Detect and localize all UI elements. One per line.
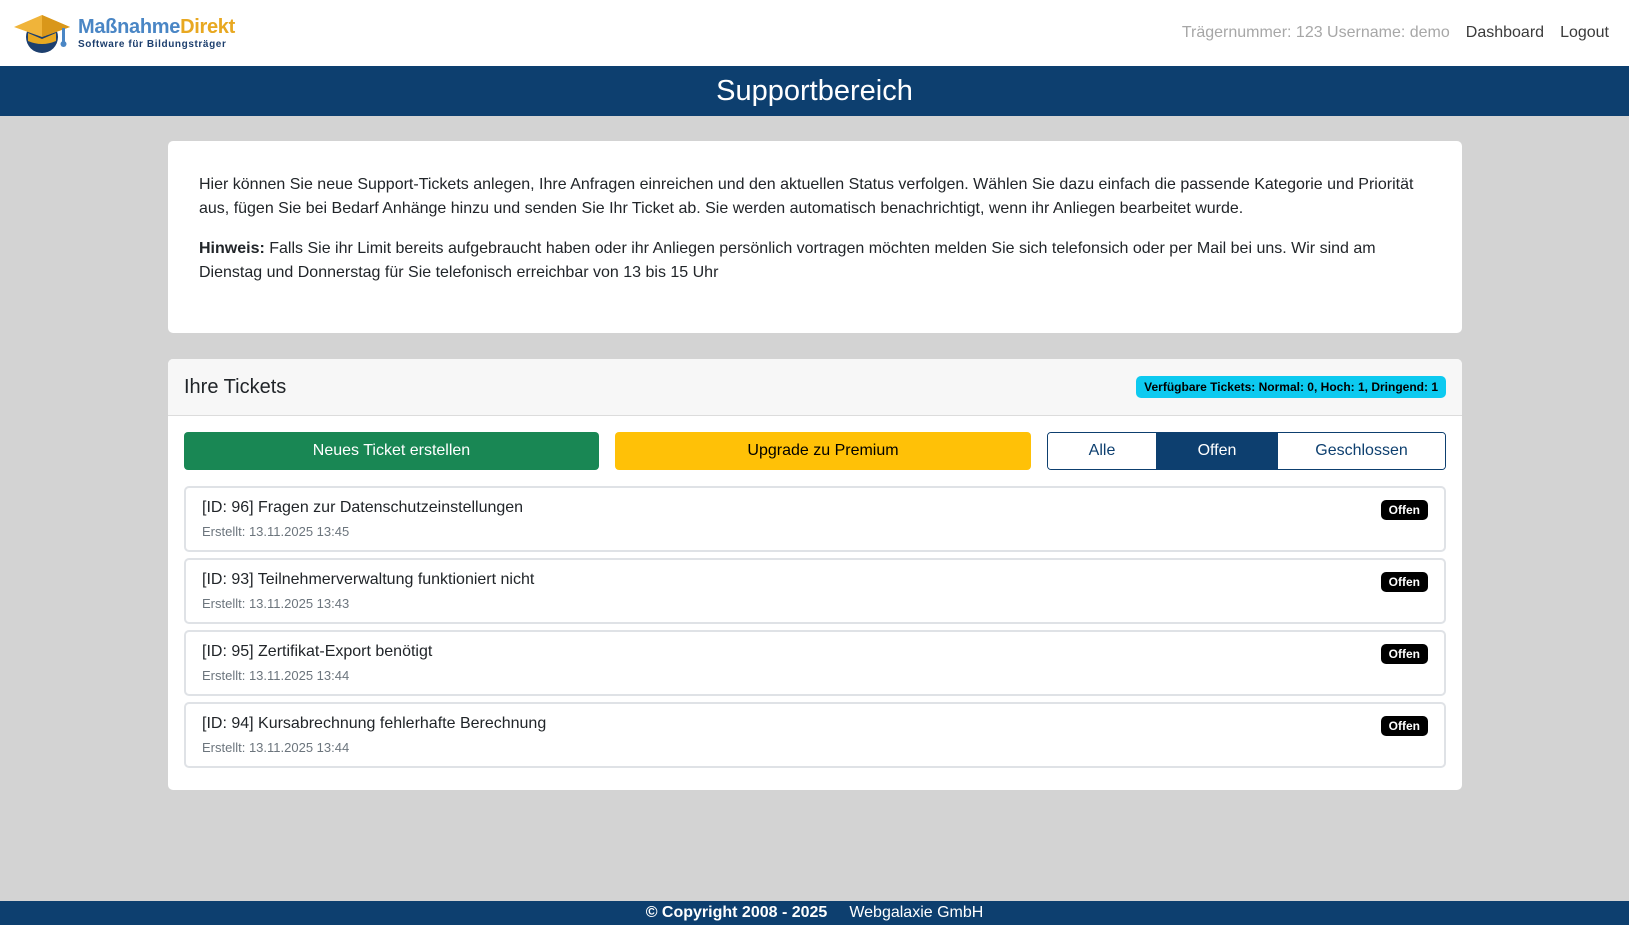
ticket-list: [ID: 96] Fragen zur Datenschutzeinstellu… (184, 486, 1446, 774)
logout-link[interactable]: Logout (1560, 24, 1609, 42)
page-title: Supportbereich (716, 74, 913, 107)
filter-open-button[interactable]: Offen (1156, 433, 1277, 469)
brand-name: MaßnahmeDirekt (78, 17, 235, 37)
ticket-title: [ID: 94] Kursabrechnung fehlerhafte Bere… (202, 715, 547, 732)
upgrade-premium-button[interactable]: Upgrade zu Premium (615, 432, 1031, 470)
intro-text: Hier können Sie neue Support-Tickets anl… (199, 176, 1414, 217)
user-nav: Trägernummer: 123 Username: demo Dashboa… (1182, 24, 1609, 42)
filter-all-button[interactable]: Alle (1048, 433, 1156, 469)
ticket-status-badge: Offen (1380, 716, 1428, 736)
ticket-item[interactable]: [ID: 96] Fragen zur Datenschutzeinstellu… (184, 486, 1446, 552)
brand-name-part1: Maßnahme (78, 15, 181, 38)
ticket-status-badge: Offen (1380, 644, 1428, 664)
ticket-status-badge: Offen (1380, 572, 1428, 592)
ticket-filter-group: Alle Offen Geschlossen (1047, 432, 1446, 470)
ticket-item[interactable]: [ID: 95] Zertifikat-Export benötigt Erst… (184, 630, 1446, 696)
ticket-created-date: Erstellt: 13.11.2025 13:44 (202, 740, 350, 755)
graduation-cap-icon (12, 11, 72, 55)
tickets-card: Ihre Tickets Verfügbare Tickets: Normal:… (168, 359, 1462, 790)
top-navbar: MaßnahmeDirekt Software für Bildungsträg… (0, 0, 1629, 66)
company-name: Webgalaxie GmbH (849, 904, 984, 921)
hint-text: Falls Sie ihr Limit bereits aufgebraucht… (199, 240, 1376, 281)
ticket-title: [ID: 95] Zertifikat-Export benötigt (202, 643, 433, 660)
ticket-title: [ID: 96] Fragen zur Datenschutzeinstellu… (202, 499, 524, 516)
brand-logo[interactable]: MaßnahmeDirekt Software für Bildungsträg… (12, 11, 235, 55)
hint-label: Hinweis: (199, 240, 265, 257)
filter-closed-button[interactable]: Geschlossen (1277, 433, 1445, 469)
copyright-text: © Copyright 2008 - 2025 (645, 904, 828, 921)
ticket-created-date: Erstellt: 13.11.2025 13:43 (202, 596, 350, 611)
new-ticket-button[interactable]: Neues Ticket erstellen (184, 432, 599, 470)
ticket-title: [ID: 93] Teilnehmerverwaltung funktionie… (202, 571, 535, 588)
ticket-quota-badge: Verfügbare Tickets: Normal: 0, Hoch: 1, … (1136, 376, 1446, 398)
page-title-banner: Supportbereich (0, 66, 1629, 116)
brand-tagline: Software für Bildungsträger (78, 38, 227, 50)
ticket-actions: Neues Ticket erstellen Upgrade zu Premiu… (184, 432, 1446, 470)
page-footer: © Copyright 2008 - 2025 Webgalaxie GmbH (0, 901, 1629, 925)
ticket-created-date: Erstellt: 13.11.2025 13:44 (202, 668, 350, 683)
dashboard-link[interactable]: Dashboard (1466, 24, 1544, 42)
tickets-title: Ihre Tickets (184, 375, 287, 398)
tickets-card-header: Ihre Tickets Verfügbare Tickets: Normal:… (168, 359, 1462, 416)
hint-paragraph: Hinweis: Falls Sie ihr Limit bereits auf… (199, 237, 1431, 285)
intro-card: Hier können Sie neue Support-Tickets anl… (168, 141, 1462, 333)
brand-name-part2: Direkt (180, 15, 235, 38)
ticket-item[interactable]: [ID: 93] Teilnehmerverwaltung funktionie… (184, 558, 1446, 624)
ticket-item[interactable]: [ID: 94] Kursabrechnung fehlerhafte Bere… (184, 702, 1446, 768)
account-info: Trägernummer: 123 Username: demo (1181, 24, 1450, 41)
ticket-status-badge: Offen (1380, 500, 1428, 520)
ticket-created-date: Erstellt: 13.11.2025 13:45 (202, 524, 350, 539)
